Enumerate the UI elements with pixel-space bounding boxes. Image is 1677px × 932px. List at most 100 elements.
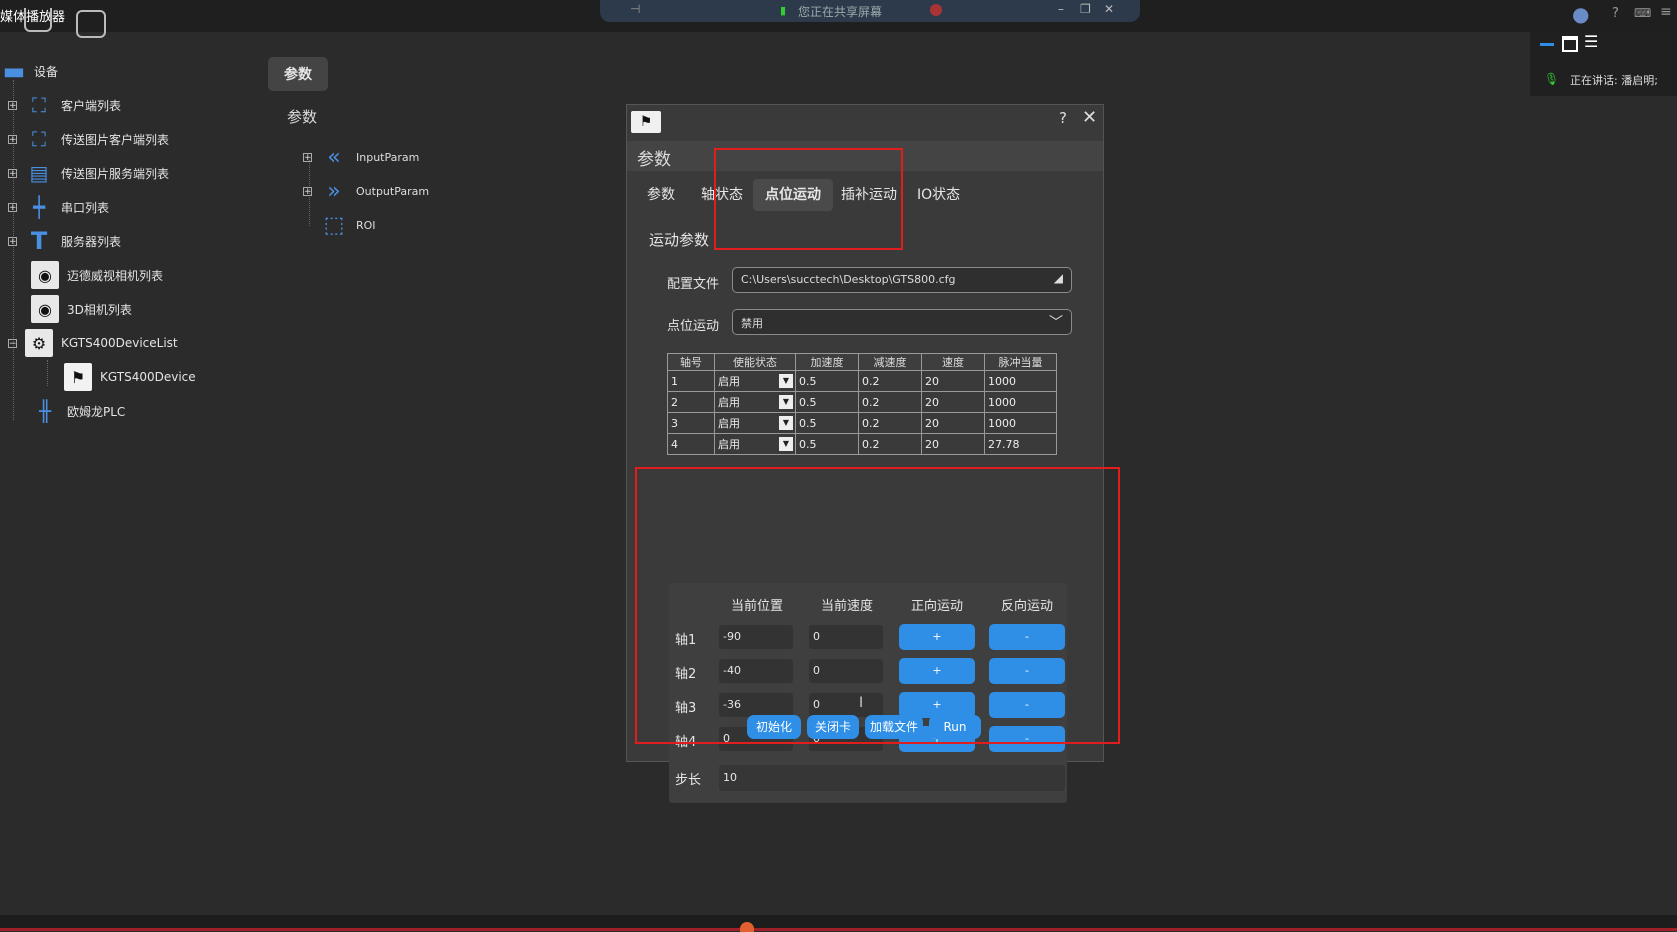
stop-share-icon[interactable]: [930, 4, 942, 16]
help-button[interactable]: ?: [1059, 109, 1067, 127]
tree-item-mindvision-camera-list[interactable]: ◉ 迈德威视相机列表: [31, 260, 163, 290]
table-cell: 1: [667, 370, 715, 392]
expand-icon[interactable]: +: [8, 236, 17, 246]
help-icon[interactable]: ?: [1612, 6, 1619, 21]
enable-select[interactable]: 启用 ▼: [714, 412, 796, 434]
tree-item-3d-camera-list[interactable]: ◉ 3D相机列表: [31, 294, 132, 324]
expand-icon[interactable]: +: [303, 187, 312, 197]
table-cell[interactable]: 1000: [984, 412, 1057, 434]
screen-share-bar: ⊣ ▮ 您正在共享屏幕 – ❐ ✕: [600, 0, 1140, 22]
tree-item-kgts400-device-list[interactable]: − ⚙ KGTS400DeviceList: [8, 328, 178, 358]
expand-icon[interactable]: +: [8, 134, 17, 144]
media-icon[interactable]: [24, 8, 52, 32]
table-cell[interactable]: 0.2: [858, 433, 922, 455]
tree-item-server-list[interactable]: + T 服务器列表: [8, 226, 121, 256]
speaking-indicator: 正在讲话: 潘启明;: [1570, 74, 1658, 87]
dropdown-arrow-icon[interactable]: ▼: [779, 437, 793, 451]
table-cell[interactable]: 0.5: [795, 391, 859, 413]
dropdown-arrow-icon[interactable]: ▼: [779, 416, 793, 430]
section-title: 运动参数: [649, 231, 710, 249]
table-row: 3 启用 ▼ 0.5 0.2 20 1000: [667, 412, 1057, 434]
table-cell[interactable]: 20: [921, 391, 985, 413]
menu-icon[interactable]: ≡: [1660, 4, 1672, 20]
tree-item-image-server-list[interactable]: + ▤ 传送图片服务端列表: [8, 158, 169, 188]
params-button[interactable]: 参数: [268, 57, 328, 91]
column-header: 脉冲当量: [984, 353, 1057, 371]
point-motion-label: 点位运动: [667, 319, 720, 334]
table-row: 2 启用 ▼ 0.5 0.2 20 1000: [667, 391, 1057, 413]
close-icon[interactable]: ✕: [1104, 2, 1114, 16]
enable-select[interactable]: 启用 ▼: [714, 391, 796, 413]
point-motion-select[interactable]: 禁用 ﹀: [732, 309, 1072, 335]
config-file-field[interactable]: C:\Users\succtech\Desktop\GTS800.cfg ◢: [732, 267, 1072, 293]
step-label: 步长: [675, 773, 702, 788]
enable-select[interactable]: 启用 ▼: [714, 370, 796, 392]
table-cell[interactable]: 0.2: [858, 370, 922, 392]
close-button[interactable]: ✕: [1082, 107, 1097, 128]
user-avatar-icon[interactable]: ●: [1572, 2, 1589, 26]
column-header: 速度: [921, 353, 985, 371]
expand-icon[interactable]: +: [8, 202, 17, 212]
enable-select[interactable]: 启用 ▼: [714, 433, 796, 455]
table-cell[interactable]: 20: [921, 370, 985, 392]
network-icon: ⛶: [32, 127, 46, 151]
plc-icon: ╫: [38, 399, 52, 423]
dropdown-arrow-icon[interactable]: ▼: [779, 395, 793, 409]
chevron-down-icon: ﹀: [1049, 315, 1063, 331]
restore-icon[interactable]: ❐: [1080, 2, 1091, 16]
params-heading: 参数: [287, 108, 318, 126]
table-cell[interactable]: 20: [921, 433, 985, 455]
point-motion-value: 禁用: [741, 317, 763, 330]
dropdown-arrow-icon[interactable]: ▼: [779, 374, 793, 388]
tree-root-devices[interactable]: ▬ 设备: [0, 56, 58, 86]
table-cell[interactable]: 0.5: [795, 433, 859, 455]
tree-item-label: 3D相机列表: [67, 302, 132, 317]
server-icon: ▤: [29, 161, 49, 185]
table-cell[interactable]: 0.2: [858, 391, 922, 413]
pin-icon[interactable]: ⊣: [630, 2, 640, 16]
dialog-title: 参数: [637, 150, 671, 170]
tab-params[interactable]: 参数: [643, 179, 679, 211]
highlight-tabs-box: [714, 148, 903, 250]
serial-port-icon: ┿: [32, 195, 46, 219]
tree-item-omron-plc[interactable]: ╫ 欧姆龙PLC: [31, 396, 125, 426]
expand-icon[interactable]: +: [8, 168, 17, 178]
chevrons-left-icon: «: [327, 145, 341, 170]
column-header: 减速度: [858, 353, 922, 371]
tree-item-label: 欧姆龙PLC: [67, 404, 126, 419]
table-cell[interactable]: 0.5: [795, 412, 859, 434]
keyboard-icon[interactable]: ⌨: [1634, 6, 1651, 20]
tree-root-label: 设备: [34, 64, 59, 79]
expand-icon[interactable]: +: [8, 100, 17, 110]
table-cell[interactable]: 1000: [984, 370, 1057, 392]
tree-item-kgts400-device[interactable]: ⚑ KGTS400Device: [64, 362, 196, 392]
motion-card-icon: ⚑: [64, 363, 92, 391]
tree-item-label: 串口列表: [61, 200, 110, 215]
list-icon[interactable]: ☰: [1584, 32, 1598, 51]
title-bar: 媒体播放器 ⊣ ▮ 您正在共享屏幕 – ❐ ✕ ● ? ⌨ ≡: [0, 0, 1677, 38]
param-item-input[interactable]: + « InputParam: [303, 145, 419, 170]
expand-icon[interactable]: +: [303, 153, 312, 163]
table-cell[interactable]: 0.5: [795, 370, 859, 392]
collapse-icon[interactable]: −: [8, 338, 17, 348]
step-field[interactable]: 10: [719, 765, 1065, 791]
minimize-icon[interactable]: [1540, 43, 1554, 46]
table-cell[interactable]: 27.78: [984, 433, 1057, 455]
param-item-output[interactable]: + » OutputParam: [303, 179, 429, 204]
tab-io-status[interactable]: IO状态: [913, 179, 964, 211]
tree-item-image-client-list[interactable]: + ⛶ 传送图片客户端列表: [8, 124, 169, 154]
robot-arm-icon: ⚙: [25, 329, 53, 357]
param-item-roi[interactable]: ⬚ ROI: [320, 213, 376, 238]
table-cell: 3: [667, 412, 715, 434]
column-header: 使能状态: [714, 353, 796, 371]
table-cell[interactable]: 0.2: [858, 412, 922, 434]
table-cell[interactable]: 20: [921, 412, 985, 434]
table-cell[interactable]: 1000: [984, 391, 1057, 413]
minimize-icon[interactable]: –: [1058, 2, 1064, 16]
window-icon[interactable]: [1562, 36, 1578, 52]
share-screen-icon[interactable]: [76, 10, 106, 38]
tree-item-serial-list[interactable]: + ┿ 串口列表: [8, 192, 109, 222]
tree-item-label: KGTS400DeviceList: [61, 336, 178, 350]
tree-item-client-list[interactable]: + ⛶ 客户端列表: [8, 90, 121, 120]
resize-corner-icon: ◢: [1053, 271, 1063, 285]
